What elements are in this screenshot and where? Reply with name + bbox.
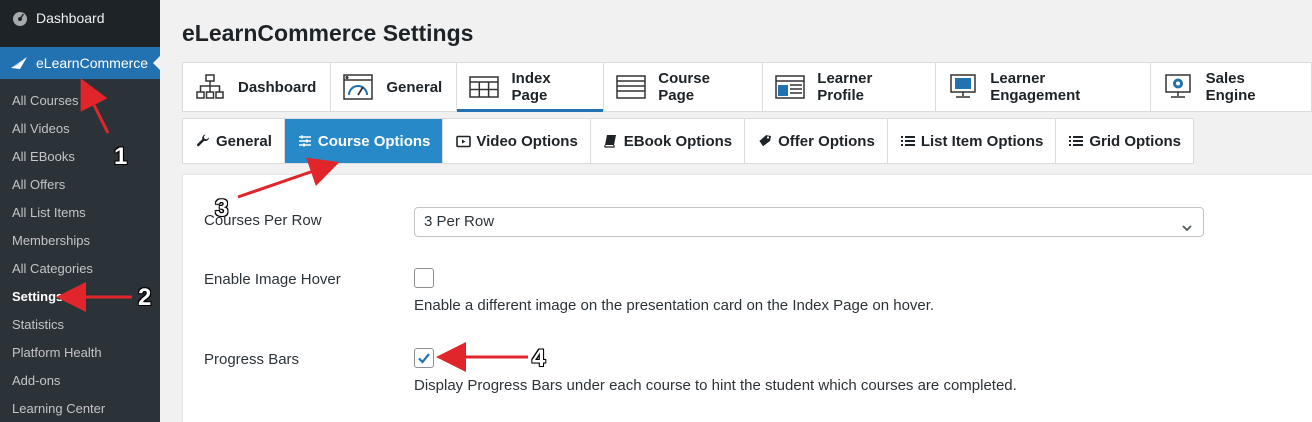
progress-bars-description: Display Progress Bars under each course … (414, 377, 1017, 394)
profile-layout-icon (773, 74, 806, 100)
list-icon (1068, 133, 1084, 149)
grid-table-icon (467, 74, 500, 100)
submenu-add-ons[interactable]: Add-ons (0, 367, 160, 395)
submenu-memberships[interactable]: Memberships (0, 227, 160, 255)
subtab-label: Grid Options (1089, 132, 1181, 150)
sidebar-item-label: eLearnCommerce (36, 55, 149, 71)
progress-bars-label: Progress Bars (204, 351, 300, 368)
tab-label: Learner Engagement (990, 70, 1081, 104)
subtab-grid-options[interactable]: Grid Options (1056, 118, 1194, 164)
image-hover-description: Enable a different image on the presenta… (414, 297, 935, 314)
progress-bars-checkbox[interactable] (414, 348, 434, 368)
sidebar-item-label: Dashboard (36, 10, 105, 26)
subtab-label: List Item Options (920, 132, 1044, 150)
dashboard-gauge-icon (12, 10, 28, 26)
monitor-icon (946, 74, 979, 100)
primary-tabs: Dashboard General Index Page Course Page… (182, 62, 1312, 112)
submenu-all-courses[interactable]: All Courses (0, 87, 160, 115)
gear-monitor-icon (1161, 74, 1194, 100)
tab-learner-engagement[interactable]: Learner Engagement (935, 62, 1152, 112)
annotation-number-2: 2 (137, 283, 152, 312)
tab-label: Sales Engine (1205, 70, 1256, 104)
tab-index-page[interactable]: Index Page (457, 62, 604, 112)
video-icon (455, 133, 471, 149)
submenu-all-ebooks[interactable]: All EBooks (0, 143, 160, 171)
sliders-icon (297, 133, 313, 149)
tag-icon (757, 133, 773, 149)
subtab-label: Video Options (476, 132, 578, 150)
submenu-learning-center[interactable]: Learning Center (0, 395, 160, 422)
submenu-all-list-items[interactable]: All List Items (0, 199, 160, 227)
subtab-label: Course Options (317, 132, 431, 150)
subtab-offer-options[interactable]: Offer Options (745, 118, 888, 164)
submenu-settings[interactable]: Settings (0, 283, 160, 311)
tab-label: Index Page (511, 70, 551, 104)
subtab-label: Offer Options (778, 132, 875, 150)
annotation-number-4: 4 (531, 344, 546, 373)
select-value: 3 Per Row (424, 213, 495, 230)
subtab-course-options[interactable]: Course Options (284, 118, 444, 164)
gauge-window-icon (341, 74, 375, 100)
submenu-statistics[interactable]: Statistics (0, 311, 160, 339)
subtab-ebook-options[interactable]: EBook Options (590, 118, 746, 164)
tab-label: Learner Profile (817, 70, 873, 104)
elearncommerce-logo-icon (10, 56, 28, 70)
tab-label: Dashboard (238, 78, 317, 96)
tab-general[interactable]: General (331, 62, 458, 112)
subtab-video-options[interactable]: Video Options (443, 118, 591, 164)
sitemap-icon (193, 74, 227, 100)
secondary-tabs: General Course Options Video Options EBo… (182, 118, 1194, 164)
page-title: eLearnCommerce Settings (182, 20, 474, 46)
wrench-icon (195, 133, 211, 149)
tab-sales-engine[interactable]: Sales Engine (1151, 62, 1312, 112)
book-icon (603, 133, 619, 149)
image-hover-checkbox[interactable] (414, 268, 434, 288)
submenu-all-videos[interactable]: All Videos (0, 115, 160, 143)
image-hover-label: Enable Image Hover (204, 271, 341, 288)
subtab-label: General (216, 132, 272, 150)
chevron-down-icon (1181, 216, 1193, 232)
sidebar-item-elearncommerce[interactable]: eLearnCommerce (0, 47, 160, 79)
submenu-all-categories[interactable]: All Categories (0, 255, 160, 283)
tab-label: Course Page (658, 70, 710, 104)
subtab-label: EBook Options (623, 132, 733, 150)
tab-learner-profile[interactable]: Learner Profile (763, 62, 936, 112)
tab-course-page[interactable]: Course Page (604, 62, 764, 112)
subtab-general[interactable]: General (183, 118, 285, 164)
annotation-number-1: 1 (113, 142, 128, 171)
list-rows-icon (614, 74, 647, 100)
tab-dashboard[interactable]: Dashboard (183, 62, 332, 112)
list-icon (900, 133, 916, 149)
admin-sidebar: Dashboard eLearnCommerce All Courses All… (0, 0, 160, 422)
annotation-number-3: 3 (214, 194, 229, 223)
sidebar-item-dashboard[interactable]: Dashboard (0, 0, 160, 36)
sidebar-submenu: All Courses All Videos All EBooks All Of… (0, 79, 160, 422)
submenu-all-offers[interactable]: All Offers (0, 171, 160, 199)
courses-per-row-select[interactable]: 3 Per Row (414, 207, 1204, 237)
tab-label: General (386, 78, 443, 96)
submenu-platform-health[interactable]: Platform Health (0, 339, 160, 367)
checkmark-icon (418, 353, 430, 364)
subtab-list-item-options[interactable]: List Item Options (887, 118, 1057, 164)
